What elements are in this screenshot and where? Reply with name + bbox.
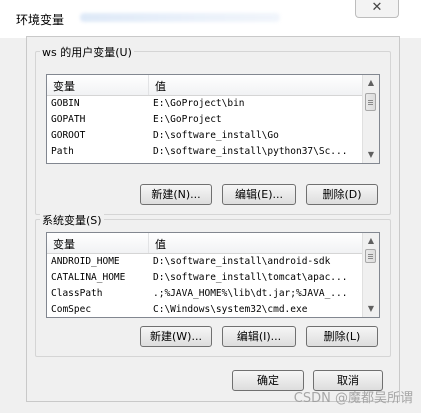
variable-value: D:\software_install\tomcat\apac... [153,272,348,283]
list-item[interactable]: GOPATH E:\GoProject [47,113,363,128]
column-divider[interactable] [148,75,149,95]
variable-value: C:\Windows\system32\cmd.exe [153,304,308,315]
list-header: 变量 值 [47,75,363,96]
user-new-button[interactable]: 新建(N)... [140,184,212,205]
list-item[interactable]: GOBIN E:\GoProject\bin [47,97,363,112]
variable-name: ClassPath [51,288,103,299]
variable-name: ComSpec [51,304,92,315]
list-item[interactable]: GOROOT D:\software_install\Go [47,129,363,144]
vertical-scrollbar[interactable]: ▲ ▼ [362,75,379,163]
dialog-body: ws 的用户变量(U) 变量 值 GOBIN E:\GoProject\bin … [26,36,400,402]
blurred-title-region [80,13,280,22]
variable-value: E:\GoProject\bin [153,98,245,109]
column-divider[interactable] [148,233,149,253]
user-variables-list[interactable]: 变量 值 GOBIN E:\GoProject\bin GOPATH E:\Go… [46,74,380,164]
scroll-down-icon[interactable]: ▼ [364,147,378,163]
system-edit-button[interactable]: 编辑(I)... [222,326,296,347]
system-variables-list[interactable]: 变量 值 ANDROID_HOME D:\software_install\an… [46,232,380,318]
variable-value: E:\GoProject [153,114,222,125]
variable-name: GOPATH [51,114,86,125]
variable-name: Path [51,146,74,157]
variable-name: GOBIN [51,98,80,109]
variable-name: CATALINA_HOME [51,272,126,283]
column-header-value[interactable]: 值 [155,236,166,252]
system-new-button[interactable]: 新建(W)... [140,326,212,347]
scroll-up-icon[interactable]: ▲ [364,233,378,249]
watermark: CSDN @魔都吴所谓 [293,391,413,406]
list-item[interactable]: Path D:\software_install\python37\Sc... [47,145,363,160]
list-item[interactable]: ANDROID_HOME D:\software_install\android… [47,255,363,270]
list-item[interactable]: CATALINA_HOME D:\software_install\tomcat… [47,271,363,286]
close-icon: ✕ [371,0,383,15]
list-item[interactable]: ComSpec C:\Windows\system32\cmd.exe [47,303,363,317]
system-variables-label: 系统变量(S) [40,212,104,228]
scroll-down-icon[interactable]: ▼ [364,301,378,317]
list-header: 变量 值 [47,233,363,254]
variable-value: D:\software_install\Go [153,130,279,141]
list-item[interactable]: ClassPath .;%JAVA_HOME%\lib\dt.jar;%JAVA… [47,287,363,302]
system-delete-button[interactable]: 删除(L) [306,326,378,347]
environment-variables-dialog: 环境变量 ✕ ws 的用户变量(U) 变量 值 GOBIN E:\GoProje… [0,0,421,413]
variable-value: D:\software_install\python37\Sc... [153,146,348,157]
scroll-up-icon[interactable]: ▲ [364,75,378,91]
user-variables-group: ws 的用户变量(U) 变量 值 GOBIN E:\GoProject\bin … [35,44,391,215]
user-delete-button[interactable]: 删除(D) [306,184,378,205]
scrollbar-thumb[interactable] [365,249,376,263]
vertical-scrollbar[interactable]: ▲ ▼ [362,233,379,317]
column-header-name[interactable]: 变量 [53,236,75,252]
variable-name: ANDROID_HOME [51,256,120,267]
column-header-name[interactable]: 变量 [53,78,75,94]
scrollbar-thumb[interactable] [365,93,376,111]
user-variables-label: ws 的用户变量(U) [40,44,134,60]
user-edit-button[interactable]: 编辑(E)... [222,184,296,205]
window-title: 环境变量 [16,13,65,27]
variable-value: D:\software_install\android-sdk [153,256,331,267]
column-header-value[interactable]: 值 [155,78,166,94]
variable-name: GOROOT [51,130,86,141]
title-bar[interactable]: 环境变量 ✕ [0,0,421,38]
close-button[interactable]: ✕ [355,0,399,18]
system-variables-group: 系统变量(S) 变量 值 ANDROID_HOME D:\software_in… [35,212,391,357]
variable-value: .;%JAVA_HOME%\lib\dt.jar;%JAVA_... [153,288,348,299]
